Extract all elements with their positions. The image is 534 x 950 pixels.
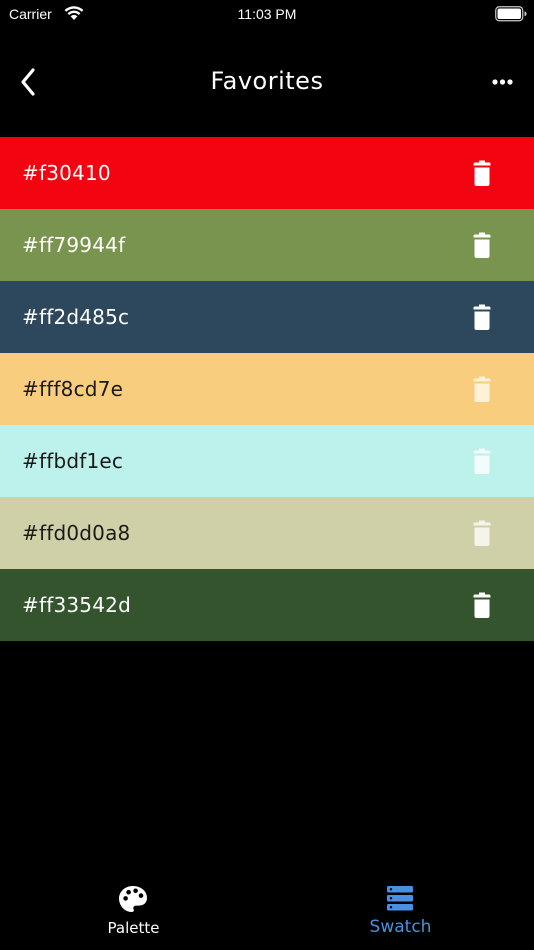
trash-icon (466, 448, 498, 481)
swatch-row[interactable]: #fff8cd7e (0, 353, 534, 425)
swatch-hex-label: #ffbdf1ec (22, 449, 124, 473)
ellipsis-icon (484, 79, 520, 99)
swatch-row[interactable]: #ffd0d0a8 (0, 497, 534, 569)
navigation-bar: Favorites (0, 52, 534, 112)
more-options-button[interactable] (484, 69, 520, 95)
favorites-swatch-list: #f30410 #ff79944f #ff2d485c #fff8cd7e #f… (0, 137, 534, 641)
delete-swatch-button[interactable] (466, 589, 498, 621)
tab-swatch-label: Swatch (369, 917, 432, 937)
swatch-row[interactable]: #ff2d485c (0, 281, 534, 353)
trash-icon (466, 376, 498, 409)
trash-icon (466, 160, 498, 193)
delete-swatch-button[interactable] (466, 301, 498, 333)
trash-icon (466, 232, 498, 265)
delete-swatch-button[interactable] (466, 157, 498, 189)
swatch-hex-label: #fff8cd7e (22, 377, 124, 401)
trash-icon (466, 304, 498, 337)
swatch-hex-label: #ff79944f (22, 233, 126, 257)
battery-icon (495, 6, 527, 22)
status-time: 11:03 PM (237, 6, 297, 22)
tab-swatch[interactable]: Swatch (267, 870, 534, 950)
swatch-row[interactable]: #ff79944f (0, 209, 534, 281)
tab-palette-label: Palette (107, 919, 160, 937)
swatch-hex-label: #ff33542d (22, 593, 131, 617)
trash-icon (466, 520, 498, 553)
swatch-row[interactable]: #ffbdf1ec (0, 425, 534, 497)
delete-swatch-button[interactable] (466, 229, 498, 261)
tab-bar: Palette Swatch (0, 870, 534, 950)
page-title: Favorites (210, 67, 324, 95)
swatch-hex-label: #ffd0d0a8 (22, 521, 131, 545)
delete-swatch-button[interactable] (466, 373, 498, 405)
delete-swatch-button[interactable] (466, 445, 498, 477)
swatch-row[interactable]: #ff33542d (0, 569, 534, 641)
swatch-hex-label: #f30410 (22, 161, 111, 185)
tab-palette[interactable]: Palette (0, 870, 267, 950)
swatch-list-icon (384, 884, 416, 914)
status-bar: Carrier 11:03 PM (0, 0, 534, 30)
swatch-row[interactable]: #f30410 (0, 137, 534, 209)
delete-swatch-button[interactable] (466, 517, 498, 549)
palette-icon (117, 884, 149, 914)
swatch-hex-label: #ff2d485c (22, 305, 130, 329)
trash-icon (466, 592, 498, 625)
